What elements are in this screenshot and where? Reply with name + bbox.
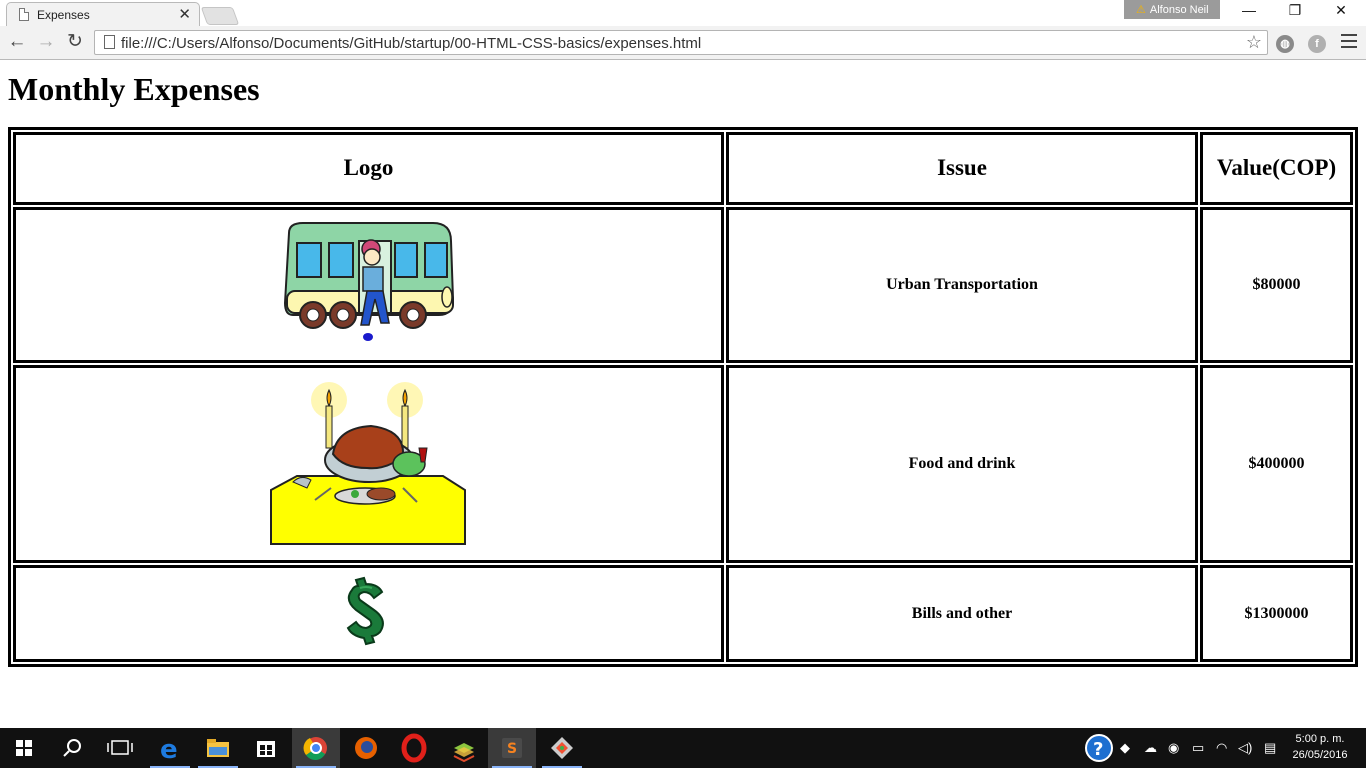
search-icon[interactable]: [48, 728, 96, 768]
profile-name: Alfonso Neil: [1149, 4, 1209, 16]
dinner-table-icon: [269, 381, 466, 545]
wifi-icon[interactable]: ◠: [1216, 740, 1227, 756]
close-window-button[interactable]: ✕: [1318, 2, 1364, 22]
clock-time: 5:00 p. m.: [1295, 733, 1345, 745]
bookmark-star-icon[interactable]: ☆: [1246, 32, 1262, 53]
browser-titlebar: Expenses ✕ ⚠ Alfonso Neil — ❐ ✕: [0, 0, 1366, 26]
new-tab-button[interactable]: [200, 7, 240, 25]
minimize-button[interactable]: —: [1226, 2, 1272, 22]
git-icon[interactable]: [538, 728, 586, 768]
chrome-icon[interactable]: [292, 728, 340, 768]
system-clock[interactable]: 5:00 p. m. 26/05/2016: [1290, 731, 1350, 763]
warning-icon: ⚠: [1136, 4, 1146, 16]
globe-extension-icon[interactable]: ◍: [1276, 35, 1294, 53]
clock-date: 26/05/2016: [1292, 749, 1348, 761]
dollar-sign-icon: [346, 576, 384, 646]
table-header-row: Logo Issue Value(COP): [13, 132, 1353, 205]
sublime-text-icon[interactable]: S: [488, 728, 536, 768]
logo-cell: [13, 365, 724, 564]
back-button[interactable]: ←: [5, 30, 29, 54]
svg-text:e: e: [160, 735, 178, 765]
reload-button[interactable]: ↻: [63, 30, 87, 54]
expenses-table: Logo Issue Value(COP) Urban Transportati…: [8, 127, 1358, 667]
firefox-icon[interactable]: [342, 728, 390, 768]
browser-toolbar: ← → ↻ file:///C:/Users/Alfonso/Documents…: [0, 26, 1366, 60]
bus-icon: [283, 222, 454, 342]
issue-cell: Urban Transportation: [726, 206, 1198, 364]
file-explorer-icon[interactable]: [194, 728, 242, 768]
table-row: Food and drink $400000: [13, 365, 1353, 564]
header-issue: Issue: [726, 132, 1198, 205]
bluestacks-icon[interactable]: [440, 728, 488, 768]
chrome-menu-icon[interactable]: [1341, 34, 1357, 52]
forward-button[interactable]: →: [34, 30, 58, 54]
svg-text:?: ?: [1093, 739, 1103, 760]
battery-icon[interactable]: ▭: [1192, 740, 1204, 756]
windows-taskbar: e S ? ◆ ☁ ◉ ▭ ◠ ◁) ▤ 5:00 p. m. 26/05/20…: [0, 728, 1366, 768]
value-cell: $400000: [1200, 365, 1353, 564]
header-logo: Logo: [13, 132, 724, 205]
bluestacks-tray-icon[interactable]: ◆: [1120, 740, 1130, 756]
facebook-extension-icon[interactable]: f: [1308, 35, 1326, 53]
page-icon: [19, 8, 29, 21]
address-bar[interactable]: file:///C:/Users/Alfonso/Documents/GitHu…: [94, 30, 1268, 55]
maximize-button[interactable]: ❐: [1272, 2, 1318, 22]
volume-icon[interactable]: ◁): [1238, 740, 1252, 756]
page-info-icon[interactable]: [104, 35, 115, 49]
cloud-icon[interactable]: ☁: [1144, 740, 1157, 756]
windows-start-icon[interactable]: [0, 728, 48, 768]
profile-button[interactable]: ⚠ Alfonso Neil: [1124, 0, 1220, 19]
value-cell: $1300000: [1200, 565, 1353, 662]
help-icon[interactable]: ?: [1084, 733, 1114, 766]
page-viewport: Monthly Expenses Logo Issue Value(COP) U…: [0, 61, 1366, 728]
value-cell: $80000: [1200, 206, 1353, 364]
logo-cell: [13, 565, 724, 662]
page-title: Monthly Expenses: [8, 71, 260, 107]
edge-icon[interactable]: e: [146, 728, 194, 768]
issue-cell: Bills and other: [726, 565, 1198, 662]
header-value: Value(COP): [1200, 132, 1353, 205]
tab-expenses[interactable]: Expenses ✕: [6, 2, 200, 26]
notifications-icon[interactable]: ▤: [1264, 740, 1276, 756]
tab-close-icon[interactable]: ✕: [178, 5, 191, 23]
table-row: Bills and other $1300000: [13, 565, 1353, 662]
onedrive-icon[interactable]: ◉: [1168, 740, 1179, 756]
store-icon[interactable]: [242, 728, 290, 768]
tab-title: Expenses: [37, 8, 90, 22]
table-row: Urban Transportation $80000: [13, 206, 1353, 364]
svg-text:S: S: [507, 741, 517, 757]
logo-cell: [13, 206, 724, 364]
issue-cell: Food and drink: [726, 365, 1198, 564]
url-text[interactable]: file:///C:/Users/Alfonso/Documents/GitHu…: [121, 35, 701, 52]
task-view-icon[interactable]: [96, 728, 144, 768]
opera-icon[interactable]: [390, 728, 438, 768]
